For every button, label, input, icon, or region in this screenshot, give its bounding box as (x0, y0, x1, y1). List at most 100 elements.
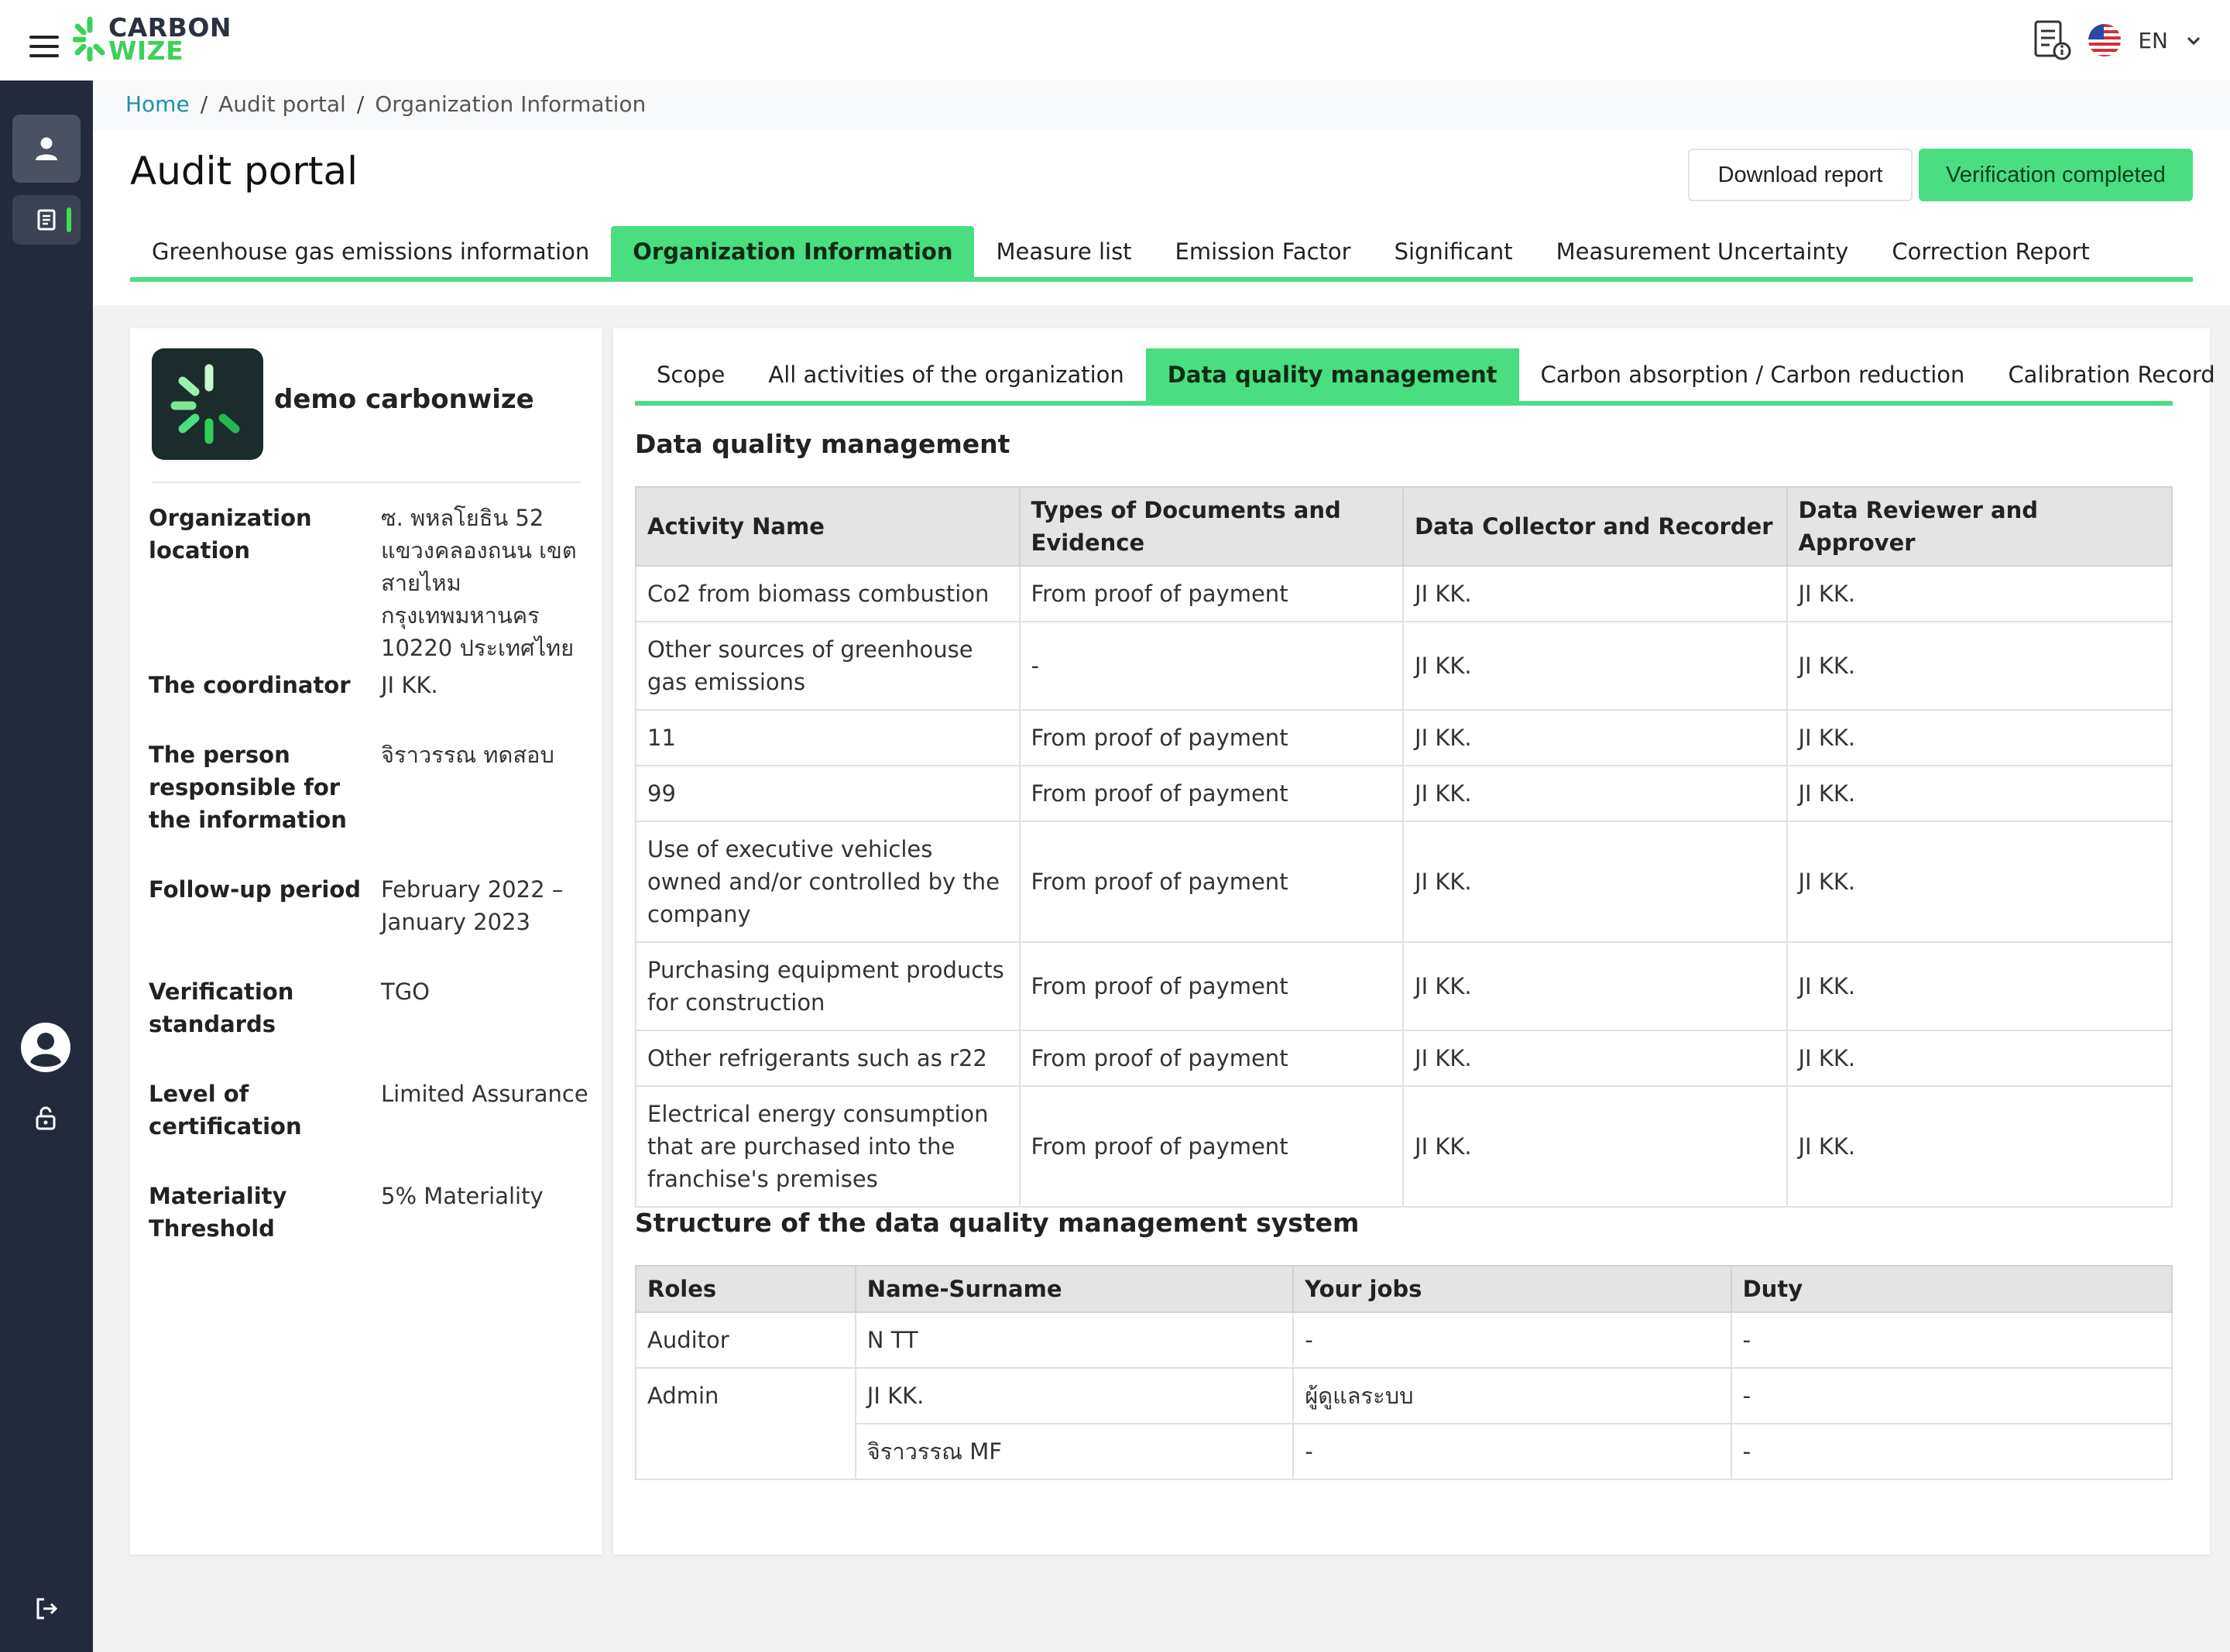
info-label: Verification standards (149, 979, 294, 1037)
sub-tabs: Scope All activities of the organization… (635, 348, 2215, 406)
table-cell: JI KK. (1402, 765, 1788, 822)
tab-scope[interactable]: Scope (635, 348, 746, 401)
info-row-responsible-person: The person responsible for the informati… (149, 739, 590, 836)
breadcrumb-separator: / (200, 91, 208, 117)
table-cell: JI KK. (1402, 941, 1788, 1031)
breadcrumb: Home / Audit portal / Organization Infor… (125, 91, 646, 117)
table-cell: From proof of payment (1018, 765, 1405, 822)
column-header: Types of Documents and Evidence (1018, 486, 1405, 567)
info-row-location: Organization location ซ. พหลโยธิน 52 แขว… (149, 502, 590, 664)
table-cell: JI KK. (1402, 1030, 1788, 1087)
avatar-icon[interactable] (20, 1022, 71, 1073)
table-cell: JI KK. (1786, 1085, 2173, 1208)
breadcrumb-current: Organization Information (375, 91, 647, 117)
table-header-row: Activity Name Types of Documents and Evi… (635, 486, 2173, 567)
verification-completed-button[interactable]: Verification completed (1919, 149, 2193, 201)
breadcrumb-separator: / (356, 91, 365, 117)
table-cell: From proof of payment (1018, 709, 1405, 766)
tab-organization-information[interactable]: Organization Information (611, 226, 975, 277)
sidebar-item-audit[interactable] (12, 195, 81, 245)
table-cell: Use of executive vehicles owned and/or c… (635, 821, 1021, 943)
info-label: Materiality Threshold (149, 1183, 287, 1242)
table-cell: จิราวรรณ MF (854, 1423, 1295, 1480)
table-row: Electrical energy consumption that are p… (635, 1085, 2173, 1208)
info-value: จิราวรรณ ทดสอบ (381, 742, 554, 768)
table-row: Other refrigerants such as r22 From proo… (635, 1030, 2173, 1087)
info-value: JI KK. (381, 672, 438, 698)
tab-emission-factor[interactable]: Emission Factor (1154, 226, 1373, 277)
tab-correction-report[interactable]: Correction Report (1870, 226, 2111, 277)
table-cell: JI KK. (1786, 621, 2173, 711)
tab-ghg-emissions[interactable]: Greenhouse gas emissions information (130, 226, 611, 277)
logo-icon (73, 16, 105, 62)
top-bar: CARBON WIZE EN (0, 0, 2230, 81)
table-cell: From proof of payment (1018, 565, 1405, 622)
tab-calibration-record[interactable]: Calibration Record (1986, 348, 2230, 401)
table-cell: JI KK. (1786, 941, 2173, 1031)
breadcrumb-audit-portal[interactable]: Audit portal (218, 91, 346, 117)
info-value: ซ. พหลโยธิน 52 แขวงคลองถนน เขตสายไหม กรุ… (381, 505, 577, 661)
table-cell: 99 (635, 765, 1021, 822)
table-cell: - (1292, 1311, 1732, 1369)
organization-card: demo carbonwize Organization location ซ.… (130, 328, 602, 1554)
table-row: Auditor N TT - - (635, 1311, 2173, 1369)
tab-measure-list[interactable]: Measure list (974, 226, 1153, 277)
app-logo[interactable]: CARBON WIZE (73, 14, 232, 65)
column-header: Name-Surname (854, 1265, 1295, 1313)
table-cell: - (1730, 1367, 2173, 1424)
column-header: Your jobs (1292, 1265, 1732, 1313)
info-row-coordinator: The coordinator JI KK. (149, 669, 590, 701)
column-header: Duty (1730, 1265, 2173, 1313)
sidebar-item-profile[interactable] (12, 115, 81, 183)
info-value: Limited Assurance (381, 1081, 588, 1107)
info-row-materiality-threshold: Materiality Threshold 5% Materiality (149, 1180, 590, 1245)
table-row: Other sources of greenhouse gas emission… (635, 621, 2173, 711)
table-header-row: Roles Name-Surname Your jobs Duty (635, 1265, 2173, 1313)
table-cell: JI KK. (1786, 765, 2173, 822)
divider (152, 482, 581, 483)
tab-measurement-uncertainty[interactable]: Measurement Uncertainty (1535, 226, 1871, 277)
table-row: Co2 from biomass combustion From proof o… (635, 565, 2173, 622)
chevron-down-icon[interactable] (2185, 32, 2202, 49)
download-report-button[interactable]: Download report (1688, 149, 1913, 201)
organization-logo (152, 348, 263, 460)
info-value: 5% Materiality (381, 1183, 544, 1209)
tab-data-quality-management[interactable]: Data quality management (1145, 348, 1519, 401)
breadcrumb-home[interactable]: Home (125, 91, 190, 117)
table-cell: - (1730, 1423, 2173, 1480)
table-cell: JI KK. (1786, 709, 2173, 766)
us-flag-icon[interactable] (2088, 24, 2122, 57)
table-cell: Other refrigerants such as r22 (635, 1030, 1021, 1087)
table-cell: JI KK. (1402, 1085, 1788, 1208)
sidebar (0, 81, 93, 1652)
data-quality-table: Activity Name Types of Documents and Evi… (635, 486, 2173, 1208)
table-cell: From proof of payment (1018, 941, 1405, 1031)
menu-icon[interactable] (29, 36, 59, 57)
table-cell: JI KK. (1786, 1030, 2173, 1087)
tab-significant[interactable]: Significant (1373, 226, 1535, 277)
column-header: Data Reviewer and Approver (1786, 486, 2173, 567)
table-cell: From proof of payment (1018, 821, 1405, 943)
tab-all-activities[interactable]: All activities of the organization (746, 348, 1145, 401)
info-label: Follow-up period (149, 876, 362, 903)
section-title: Structure of the data quality management… (635, 1208, 1360, 1238)
table-cell: JI KK. (1402, 565, 1788, 622)
info-label: The person responsible for the informati… (149, 742, 347, 833)
tab-carbon-absorption[interactable]: Carbon absorption / Carbon reduction (1519, 348, 1987, 401)
active-indicator (67, 207, 71, 232)
table-cell: Electrical energy consumption that are p… (635, 1085, 1021, 1208)
table-row: จิราวรรณ MF - - (636, 1423, 2173, 1480)
column-header: Roles (635, 1265, 856, 1313)
document-info-icon[interactable] (2033, 19, 2071, 62)
table-cell: Auditor (635, 1311, 856, 1369)
user-icon (36, 137, 57, 160)
table-cell: Other sources of greenhouse gas emission… (635, 621, 1021, 711)
table-cell: JI KK. (854, 1367, 1295, 1424)
column-header: Activity Name (635, 486, 1021, 567)
lock-icon[interactable] (34, 1105, 57, 1130)
logout-icon[interactable] (34, 1596, 59, 1621)
table-cell: JI KK. (1402, 621, 1788, 711)
table-cell: ผู้ดูแลระบบ (1292, 1367, 1732, 1424)
language-label[interactable]: EN (2138, 28, 2168, 53)
logo-text-wize: WIZE (108, 36, 184, 66)
